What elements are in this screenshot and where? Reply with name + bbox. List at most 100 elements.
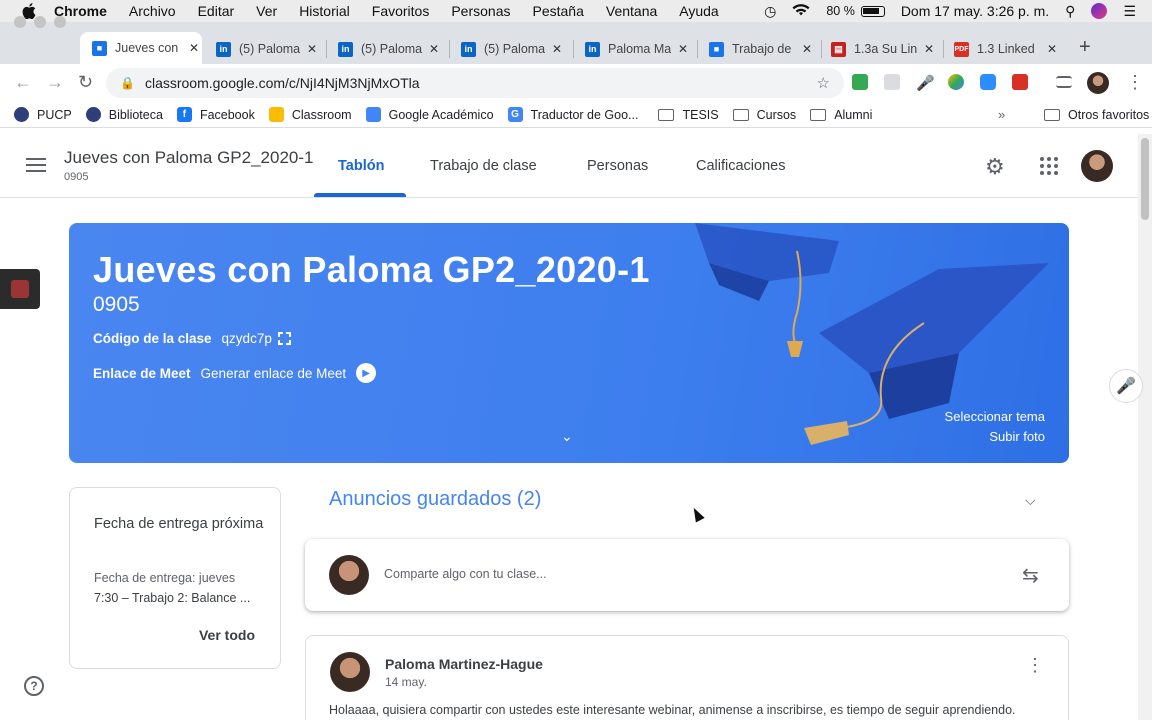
new-tab-button[interactable]: + (1079, 36, 1091, 59)
upcoming-work-card: Fecha de entrega próxima Fecha de entreg… (69, 487, 281, 669)
notification-center-icon[interactable]: ☰ (1123, 3, 1136, 20)
bookmark-biblioteca[interactable]: Biblioteca (85, 107, 163, 122)
window-zoom-button[interactable] (54, 16, 66, 28)
class-code-value[interactable]: qzydc7p (222, 331, 272, 346)
spotlight-search-icon[interactable]: ⚲ (1065, 3, 1075, 20)
bookmark-classroom[interactable]: Classroom (268, 107, 352, 122)
reuse-post-icon[interactable]: ⇆ (1022, 563, 1039, 588)
close-tab-icon[interactable]: ✕ (1044, 42, 1060, 56)
menu-archivo[interactable]: Archivo (129, 3, 176, 19)
stop-record-icon[interactable] (11, 280, 29, 298)
generate-meet-link[interactable]: Generar enlace de Meet (201, 366, 347, 381)
menu-historial[interactable]: Historial (299, 3, 350, 19)
time-machine-icon[interactable]: ◷ (764, 3, 776, 20)
bookmark-star-icon[interactable]: ☆ (817, 74, 830, 92)
extension-icon-reader[interactable] (884, 74, 900, 90)
chevron-down-icon[interactable]: ⌵ (1025, 492, 1036, 509)
bookmark-facebook[interactable]: f Facebook (176, 107, 255, 122)
more-options-icon[interactable]: ⋮ (1026, 656, 1044, 674)
browser-tab-slides[interactable]: ▤ 1.3a Su Lin ✕ (831, 35, 937, 63)
account-avatar[interactable] (1081, 150, 1113, 182)
tab-personas[interactable]: Personas (587, 158, 648, 174)
tab-calificaciones[interactable]: Calificaciones (696, 158, 785, 174)
forward-arrow-icon[interactable]: → (46, 72, 64, 93)
lock-icon[interactable]: 🔒 (120, 76, 135, 90)
tab-separator (943, 40, 944, 58)
browser-tab-linkedin-3[interactable]: in (5) Paloma ✕ (461, 35, 565, 63)
menu-ver[interactable]: Ver (256, 3, 277, 19)
menu-pestana[interactable]: Pestaña (533, 3, 584, 19)
bookmark-folder-tesis[interactable]: TESIS (658, 107, 719, 122)
more-bookmarks-chevron-icon[interactable]: » (998, 107, 1005, 122)
tab-tablon[interactable]: Tablón (338, 158, 384, 174)
scrollbar-thumb[interactable] (1141, 138, 1149, 220)
extension-icon-green[interactable] (852, 74, 868, 90)
upcoming-assignment-link[interactable]: 7:30 – Trabajo 2: Balance ... (94, 591, 250, 605)
extension-icon-red[interactable] (1012, 74, 1028, 90)
facebook-icon: f (176, 107, 192, 122)
battery-icon[interactable] (860, 5, 885, 17)
meet-link-label: Enlace de Meet (93, 365, 191, 381)
expand-banner-chevron-icon[interactable]: ⌄ (561, 428, 573, 445)
reload-icon[interactable]: ↻ (78, 72, 93, 93)
window-close-button[interactable] (14, 16, 26, 28)
voice-input-mic-icon[interactable]: 🎤 (1109, 369, 1143, 403)
view-all-link[interactable]: Ver todo (199, 627, 255, 643)
close-tab-icon[interactable]: ✕ (186, 41, 202, 55)
bookmark-label: Biblioteca (108, 107, 163, 122)
menu-personas[interactable]: Personas (451, 3, 510, 19)
settings-gear-icon[interactable]: ⚙ (985, 154, 1005, 180)
media-control-icon[interactable] (1056, 76, 1072, 88)
menu-editar[interactable]: Editar (198, 3, 235, 19)
close-tab-icon[interactable]: ✕ (549, 42, 565, 56)
window-minimize-button[interactable] (34, 16, 46, 28)
menu-ayuda[interactable]: Ayuda (679, 3, 718, 19)
url-text[interactable]: classroom.google.com/c/NjI4NjM3NjMxOTla (145, 75, 420, 91)
saved-announcements-toggle[interactable]: Anuncios guardados (2) (329, 488, 541, 511)
browser-tab-linkedin-4[interactable]: in Paloma Ma ✕ (585, 35, 691, 63)
clock[interactable]: Dom 17 may. 3:26 p. m. (901, 3, 1049, 19)
back-arrow-icon[interactable]: ← (14, 72, 32, 93)
bookmark-traductor[interactable]: G Traductor de Goo... (507, 107, 638, 122)
bookmark-label: TESIS (682, 107, 719, 122)
class-title[interactable]: Jueves con Paloma GP2_2020-1 (64, 148, 314, 168)
tab-title: (5) Paloma (361, 42, 422, 56)
share-placeholder[interactable]: Comparte algo con tu clase... (384, 567, 547, 581)
browser-tab-linkedin-1[interactable]: in (5) Paloma ✕ (216, 35, 320, 63)
close-tab-icon[interactable]: ✕ (304, 42, 320, 56)
browser-tab-linkedin-2[interactable]: in (5) Paloma ✕ (338, 35, 442, 63)
meet-video-icon[interactable]: ▶ (356, 363, 377, 383)
chrome-menu-icon[interactable]: ⋮ (1126, 72, 1144, 93)
upload-photo-link[interactable]: Subir foto (989, 429, 1045, 444)
zoom-extension-icon[interactable] (980, 74, 996, 90)
wifi-icon[interactable] (792, 3, 810, 19)
profile-avatar[interactable] (1087, 72, 1109, 94)
menu-favoritos[interactable]: Favoritos (372, 3, 430, 19)
bookmark-folder-otros[interactable]: Otros favoritos (1044, 108, 1149, 122)
voice-extension-icon[interactable]: 🎤 (916, 74, 935, 92)
help-icon[interactable]: ? (24, 676, 44, 696)
siri-icon[interactable] (1091, 3, 1108, 19)
bookmark-folder-alumni[interactable]: Alumni (810, 108, 872, 122)
page-scrollbar[interactable] (1138, 134, 1152, 720)
browser-tab-trabajo[interactable]: ■ Trabajo de ✕ (709, 35, 815, 63)
upcoming-title: Fecha de entrega próxima (94, 516, 264, 532)
address-bar[interactable]: 🔒 classroom.google.com/c/NjI4NjM3NjMxOTl… (106, 68, 844, 98)
close-tab-icon[interactable]: ✕ (426, 42, 442, 56)
screen-recorder-widget[interactable] (0, 269, 40, 309)
select-theme-link[interactable]: Seleccionar tema (945, 409, 1045, 424)
fullscreen-code-icon[interactable] (277, 332, 291, 345)
extension-icon-heart[interactable] (948, 74, 964, 90)
tab-trabajo-de-clase[interactable]: Trabajo de clase (430, 158, 537, 174)
close-tab-icon[interactable]: ✕ (921, 42, 937, 56)
close-tab-icon[interactable]: ✕ (675, 42, 691, 56)
bookmark-google-academico[interactable]: Google Académico (365, 107, 494, 122)
main-menu-icon[interactable] (26, 158, 46, 176)
close-tab-icon[interactable]: ✕ (799, 42, 815, 56)
browser-tab-classroom[interactable]: ■ Jueves con ✕ (80, 32, 202, 64)
google-apps-icon[interactable] (1040, 157, 1058, 175)
browser-tab-pdf[interactable]: PDF 1.3 Linked ✕ (954, 35, 1060, 63)
menu-ventana[interactable]: Ventana (606, 3, 657, 19)
bookmark-pucp[interactable]: PUCP (14, 107, 72, 122)
bookmark-folder-cursos[interactable]: Cursos (732, 108, 796, 122)
